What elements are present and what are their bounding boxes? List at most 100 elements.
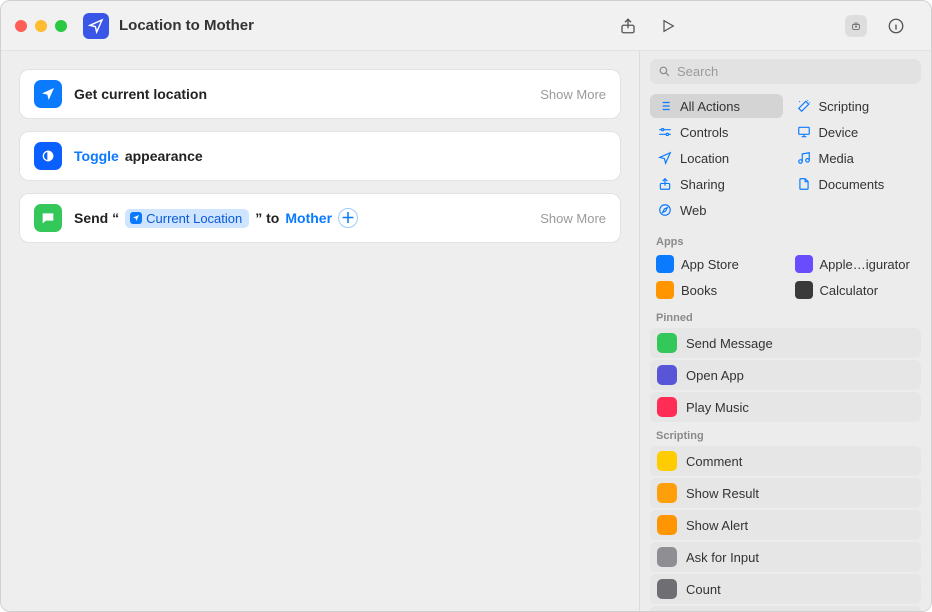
category-label: Web — [680, 203, 707, 218]
run-button[interactable] — [657, 15, 679, 37]
search-icon — [658, 65, 671, 78]
app-apple-igurator[interactable]: Apple…igurator — [789, 252, 922, 276]
close-window-button[interactable] — [15, 20, 27, 32]
scripting-action-show-result[interactable]: Show Result — [650, 478, 921, 508]
scripting-action-show-alert[interactable]: Show Alert — [650, 510, 921, 540]
action-get-location[interactable]: Get current location Show More — [19, 69, 621, 119]
send-prefix: Send “ — [74, 210, 119, 226]
category-media[interactable]: Media — [789, 146, 922, 170]
action-label: Show Alert — [686, 518, 748, 533]
library-toggle-button[interactable] — [845, 15, 867, 37]
search-input[interactable] — [677, 64, 913, 79]
search-field[interactable] — [650, 59, 921, 84]
app-label: Books — [681, 283, 717, 298]
show-more-button[interactable]: Show More — [540, 211, 606, 226]
action-label: Count — [686, 582, 721, 597]
category-label: Location — [680, 151, 729, 166]
action-icon — [657, 365, 677, 385]
action-icon — [657, 483, 677, 503]
show-more-button[interactable]: Show More — [540, 87, 606, 102]
app-icon — [795, 281, 813, 299]
window-traffic-lights — [15, 20, 67, 32]
pinned-section-label: Pinned — [650, 306, 921, 328]
share-icon — [657, 176, 673, 192]
shortcut-title: Location to Mother — [119, 17, 254, 34]
action-label: Show Result — [686, 486, 759, 501]
safari-icon — [657, 202, 673, 218]
category-grid: All Actions Scripting Controls Device Locati… — [650, 94, 921, 222]
add-recipient-button[interactable]: ＋ — [338, 208, 358, 228]
app-icon — [656, 281, 674, 299]
app-label: Calculator — [820, 283, 879, 298]
app-window: Location to Mother Get current loc — [0, 0, 932, 612]
action-label: Ask for Input — [686, 550, 759, 565]
titlebar: Location to Mother — [1, 1, 931, 51]
pinned-action-open-app[interactable]: Open App — [650, 360, 921, 390]
category-scripting[interactable]: Scripting — [789, 94, 922, 118]
info-button[interactable] — [885, 15, 907, 37]
action-toggle-appearance[interactable]: Toggle appearance — [19, 131, 621, 181]
action-icon — [657, 451, 677, 471]
app-label: App Store — [681, 257, 739, 272]
action-label: Comment — [686, 454, 742, 469]
category-sharing[interactable]: Sharing — [650, 172, 783, 196]
scripting-action-comment[interactable]: Comment — [650, 446, 921, 476]
pinned-action-send-message[interactable]: Send Message — [650, 328, 921, 358]
appearance-icon — [34, 142, 62, 170]
desktop-icon — [796, 124, 812, 140]
action-label: Open App — [686, 368, 744, 383]
fullscreen-window-button[interactable] — [55, 20, 67, 32]
toggle-param[interactable]: Toggle — [74, 148, 119, 164]
action-label: Send Message — [686, 336, 773, 351]
sliders-icon — [657, 124, 673, 140]
action-icon — [657, 397, 677, 417]
app-app-store[interactable]: App Store — [650, 252, 783, 276]
action-icon — [657, 547, 677, 567]
app-icon — [656, 255, 674, 273]
variable-pill-label: Current Location — [146, 211, 242, 226]
category-documents[interactable]: Documents — [789, 172, 922, 196]
pinned-action-play-music[interactable]: Play Music — [650, 392, 921, 422]
share-button[interactable] — [617, 15, 639, 37]
category-label: Media — [819, 151, 854, 166]
category-controls[interactable]: Controls — [650, 120, 783, 144]
category-label: All Actions — [680, 99, 740, 114]
shortcut-editor[interactable]: Get current location Show More Toggle ap… — [1, 51, 639, 611]
category-label: Documents — [819, 177, 885, 192]
scripting-action-count[interactable]: Count — [650, 574, 921, 604]
doc-icon — [796, 176, 812, 192]
category-label: Controls — [680, 125, 728, 140]
category-all-actions[interactable]: All Actions — [650, 94, 783, 118]
recipient-param[interactable]: Mother — [285, 210, 332, 226]
category-device[interactable]: Device — [789, 120, 922, 144]
wand-icon — [796, 98, 812, 114]
scripting-list: Comment Show Result Show Alert Ask for Inpu… — [650, 446, 921, 611]
category-label: Scripting — [819, 99, 870, 114]
location-arrow-icon — [34, 80, 62, 108]
action-send-message[interactable]: Send “ Current Location ” to Mother ＋ Sh… — [19, 193, 621, 243]
app-icon — [795, 255, 813, 273]
scripting-section-label: Scripting — [650, 424, 921, 446]
app-books[interactable]: Books — [650, 278, 783, 302]
shortcut-icon — [83, 13, 109, 39]
variable-pill-current-location[interactable]: Current Location — [125, 209, 249, 228]
minimize-window-button[interactable] — [35, 20, 47, 32]
action-title: Get current location — [74, 86, 207, 102]
music-icon — [796, 150, 812, 166]
pinned-list: Send Message Open App Play Music — [650, 328, 921, 422]
messages-icon — [34, 204, 62, 232]
location-pin-icon — [130, 212, 142, 224]
action-label: Play Music — [686, 400, 749, 415]
scripting-action-ask-for-input[interactable]: Ask for Input — [650, 542, 921, 572]
app-calculator[interactable]: Calculator — [789, 278, 922, 302]
send-mid: ” to — [255, 210, 279, 226]
scripting-action-choose-from-menu[interactable]: Choose from Menu — [650, 606, 921, 611]
apps-grid: App Store Apple…igurator Books Calculator — [650, 252, 921, 302]
category-label: Device — [819, 125, 859, 140]
list-icon — [657, 98, 673, 114]
app-label: Apple…igurator — [820, 257, 910, 272]
action-icon — [657, 579, 677, 599]
action-icon — [657, 515, 677, 535]
category-location[interactable]: Location — [650, 146, 783, 170]
category-web[interactable]: Web — [650, 198, 783, 222]
